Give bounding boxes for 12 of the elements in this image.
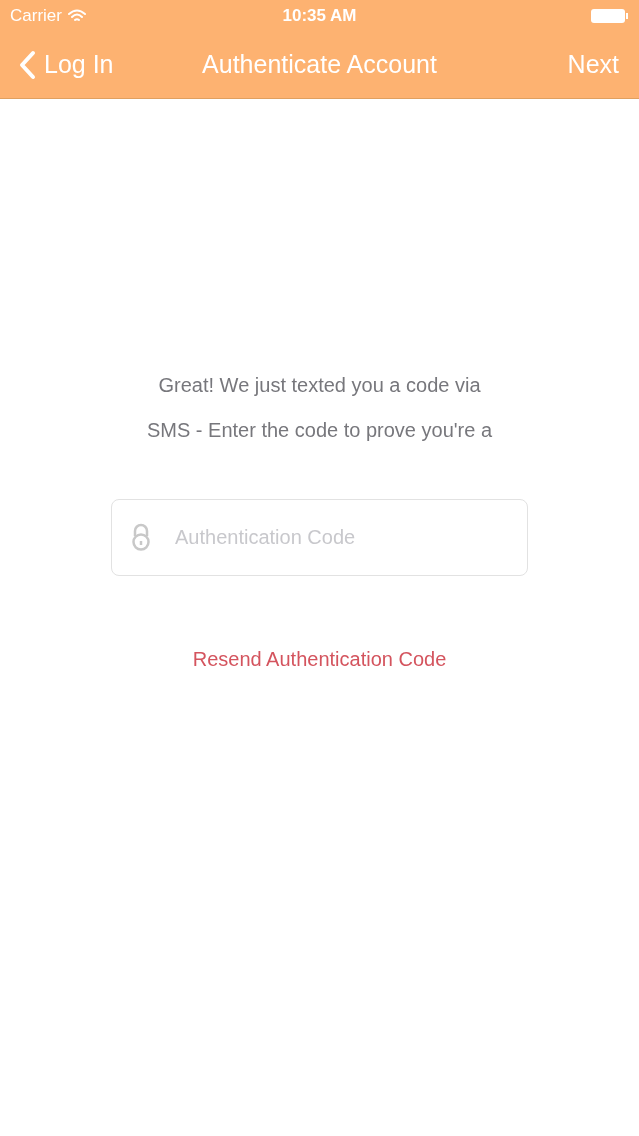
carrier-label: Carrier [10, 5, 62, 28]
instruction-text: SMS - Enter the code to prove you're a [146, 418, 493, 443]
lock-icon [131, 523, 151, 551]
chevron-left-icon [18, 50, 36, 80]
screen-title: Authenticate Account [201, 49, 438, 81]
back-button[interactable]: Log In [18, 46, 168, 84]
next-button[interactable]: Next [471, 46, 621, 84]
status-time: 10:35 AM [282, 5, 357, 28]
resend-code-link[interactable]: Resend Authentication Code [192, 644, 447, 674]
instruction-text: Great! We just texted you a code via [158, 373, 481, 398]
battery-icon [591, 8, 629, 24]
wifi-icon [67, 9, 86, 23]
